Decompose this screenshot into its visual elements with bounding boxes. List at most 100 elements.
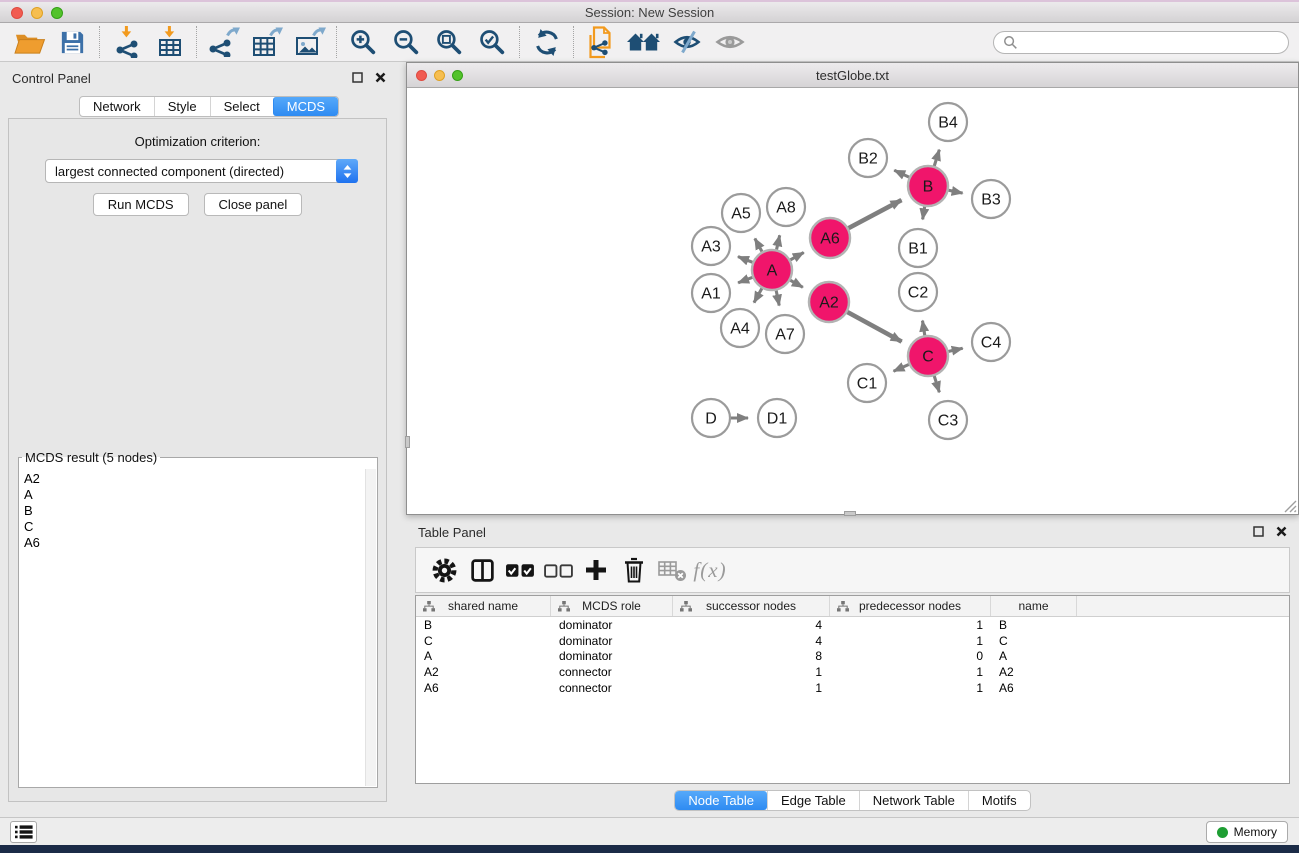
close-panel-icon[interactable]: [375, 72, 386, 83]
refresh-layout-button[interactable]: [525, 24, 568, 60]
graph-node-C3[interactable]: C3: [929, 401, 967, 439]
graph-node-C1[interactable]: C1: [848, 364, 886, 402]
float-panel-icon[interactable]: [352, 72, 363, 83]
table-cell[interactable]: A6: [991, 681, 1077, 695]
criterion-dropdown[interactable]: largest connected component (directed): [45, 159, 358, 183]
table-cell[interactable]: 1: [830, 681, 991, 695]
column-header-shared-name[interactable]: shared name: [416, 596, 551, 616]
table-cell[interactable]: A: [416, 649, 551, 663]
table-cell[interactable]: dominator: [551, 649, 673, 663]
graph-node-B4[interactable]: B4: [929, 103, 967, 141]
graph-node-D[interactable]: D: [692, 399, 730, 437]
tab-network[interactable]: Network: [80, 97, 154, 116]
zoom-in-button[interactable]: [342, 24, 385, 60]
graph-node-B3[interactable]: B3: [972, 180, 1010, 218]
table-row[interactable]: Bdominator41B: [416, 617, 1289, 633]
table-cell[interactable]: connector: [551, 681, 673, 695]
network-close-button[interactable]: [416, 70, 427, 81]
tab-network-table[interactable]: Network Table: [859, 791, 968, 810]
tab-edge-table[interactable]: Edge Table: [767, 791, 859, 810]
table-cell[interactable]: A: [991, 649, 1077, 663]
tab-select[interactable]: Select: [210, 97, 273, 116]
table-cell[interactable]: B: [991, 618, 1077, 632]
table-cell[interactable]: 8: [673, 649, 830, 663]
tab-mcds[interactable]: MCDS: [273, 97, 338, 116]
task-history-button[interactable]: [10, 821, 37, 843]
bottom-resize-handle[interactable]: [844, 511, 856, 516]
table-cell[interactable]: dominator: [551, 634, 673, 648]
graph-node-A6[interactable]: A6: [810, 218, 850, 258]
result-item[interactable]: A2: [24, 471, 364, 487]
select-all-checkboxes-button[interactable]: [501, 550, 539, 590]
close-panel-icon[interactable]: [1276, 526, 1287, 537]
graph-node-A2[interactable]: A2: [809, 282, 849, 322]
table-cell[interactable]: A6: [416, 681, 551, 695]
result-item[interactable]: C: [24, 519, 364, 535]
search-input[interactable]: [1024, 35, 1279, 50]
result-item[interactable]: B: [24, 503, 364, 519]
first-neighbors-button[interactable]: [622, 24, 665, 60]
table-cell[interactable]: dominator: [551, 618, 673, 632]
result-scrollbar[interactable]: [365, 469, 376, 786]
table-row[interactable]: A6connector11A6: [416, 680, 1289, 696]
save-session-button[interactable]: [51, 24, 94, 60]
graph-node-A3[interactable]: A3: [692, 227, 730, 265]
table-row[interactable]: Adominator80A: [416, 648, 1289, 664]
export-image-button[interactable]: [288, 24, 331, 60]
table-cell[interactable]: 1: [830, 618, 991, 632]
tab-motifs[interactable]: Motifs: [968, 791, 1030, 810]
table-cell[interactable]: A2: [416, 665, 551, 679]
tab-node-table[interactable]: Node Table: [675, 791, 767, 810]
result-item[interactable]: A6: [24, 535, 364, 551]
graph-node-A[interactable]: A: [752, 250, 792, 290]
table-cell[interactable]: 4: [673, 618, 830, 632]
graph-node-A5[interactable]: A5: [722, 194, 760, 232]
graph-node-A8[interactable]: A8: [767, 188, 805, 226]
graph-node-C4[interactable]: C4: [972, 323, 1010, 361]
dropdown-stepper-icon[interactable]: [336, 159, 358, 183]
graph-node-A1[interactable]: A1: [692, 274, 730, 312]
add-column-button[interactable]: [577, 550, 615, 590]
graph-node-B[interactable]: B: [908, 166, 948, 206]
table-cell[interactable]: 1: [830, 665, 991, 679]
column-header-successor-nodes[interactable]: successor nodes: [673, 596, 830, 616]
export-table-button[interactable]: [245, 24, 288, 60]
table-row[interactable]: A2connector11A2: [416, 664, 1289, 680]
graph-node-C2[interactable]: C2: [899, 273, 937, 311]
minimize-window-button[interactable]: [31, 7, 43, 19]
delete-column-button[interactable]: [615, 550, 653, 590]
clone-network-button[interactable]: [579, 24, 622, 60]
deselect-all-checkboxes-button[interactable]: [539, 550, 577, 590]
graph-node-B1[interactable]: B1: [899, 229, 937, 267]
network-canvas[interactable]: B4B2BB3A5A8A6B1A3AC2A1A2A4A7CC4C1C3DD1: [407, 89, 1298, 514]
tab-style[interactable]: Style: [154, 97, 210, 116]
network-zoom-button[interactable]: [452, 70, 463, 81]
zoom-fit-button[interactable]: [428, 24, 471, 60]
table-cell[interactable]: 1: [830, 634, 991, 648]
result-item[interactable]: A: [24, 487, 364, 503]
table-cell[interactable]: C: [416, 634, 551, 648]
zoom-out-button[interactable]: [385, 24, 428, 60]
hide-graphics-details-button[interactable]: [665, 24, 708, 60]
graph-node-A4[interactable]: A4: [721, 309, 759, 347]
table-cell[interactable]: 1: [673, 665, 830, 679]
network-window-titlebar[interactable]: testGlobe.txt: [407, 63, 1298, 88]
column-header-name[interactable]: name: [991, 596, 1077, 616]
table-cell[interactable]: 0: [830, 649, 991, 663]
import-network-button[interactable]: [105, 24, 148, 60]
table-cell[interactable]: connector: [551, 665, 673, 679]
close-window-button[interactable]: [11, 7, 23, 19]
zoom-window-button[interactable]: [51, 7, 63, 19]
table-mode-button[interactable]: [425, 550, 463, 590]
column-header-predecessor-nodes[interactable]: predecessor nodes: [830, 596, 991, 616]
graph-node-D1[interactable]: D1: [758, 399, 796, 437]
open-file-button[interactable]: [8, 24, 51, 60]
export-network-button[interactable]: [202, 24, 245, 60]
table-cell[interactable]: B: [416, 618, 551, 632]
table-cell[interactable]: 4: [673, 634, 830, 648]
table-row[interactable]: Cdominator41C: [416, 633, 1289, 649]
zoom-selected-button[interactable]: [471, 24, 514, 60]
graph-node-A7[interactable]: A7: [766, 315, 804, 353]
network-minimize-button[interactable]: [434, 70, 445, 81]
left-resize-handle[interactable]: [405, 436, 410, 448]
